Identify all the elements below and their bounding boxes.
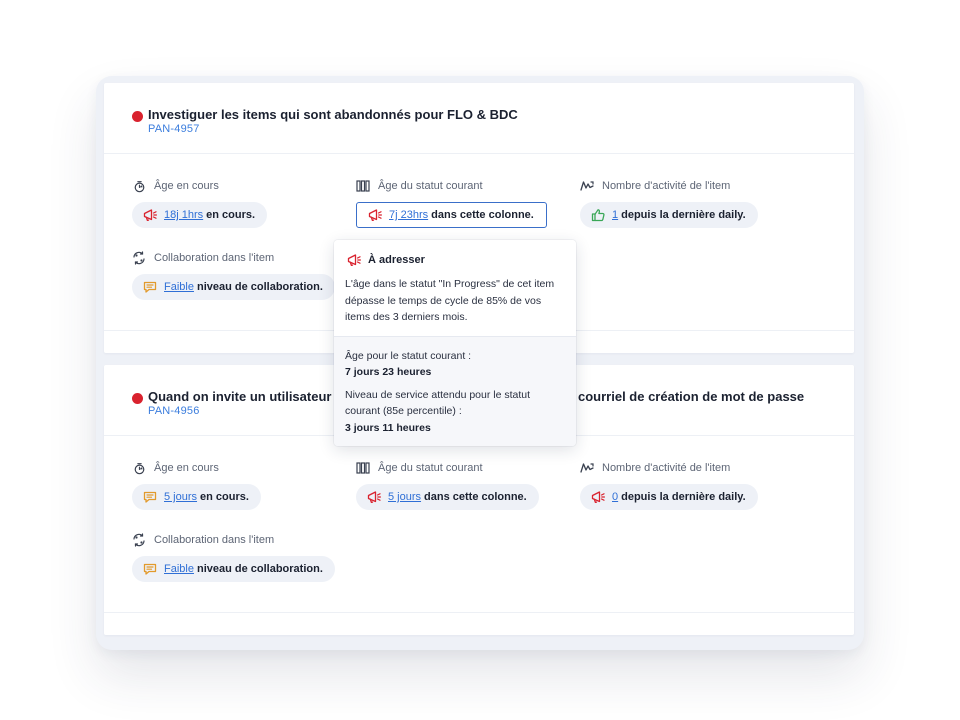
collab-value-link[interactable]: Faible	[164, 563, 194, 575]
tooltip-heading: À adresser	[368, 254, 425, 266]
status-age-value-link[interactable]: 5 jours	[388, 491, 421, 503]
status-dot	[132, 111, 143, 122]
item-key[interactable]: PAN-4956	[148, 405, 200, 417]
activity-pill[interactable]: 1 depuis la dernière daily.	[580, 202, 758, 228]
chat-icon	[142, 489, 158, 505]
collab-value-link[interactable]: Faible	[164, 281, 194, 293]
activity-pill[interactable]: 0 depuis la dernière daily.	[580, 484, 758, 510]
activity-value-link[interactable]: 1	[612, 209, 618, 221]
thumbs-up-icon	[590, 207, 606, 223]
age-value-link[interactable]: 18j 1hrs	[164, 209, 203, 221]
age-pill[interactable]: 18j 1hrs en cours.	[132, 202, 268, 228]
status-dot	[132, 393, 143, 404]
activity-suffix: depuis la dernière daily.	[621, 491, 746, 503]
status-age-value-link[interactable]: 7j 23hrs	[389, 209, 428, 221]
card-divider	[104, 612, 854, 613]
metric-label: Âge du statut courant	[378, 180, 483, 192]
metric-label: Âge en cours	[154, 180, 219, 192]
age-value-link[interactable]: 5 jours	[164, 491, 197, 503]
megaphone-icon	[590, 489, 606, 505]
status-age-pill[interactable]: 7j 23hrs dans cette colonne.	[356, 202, 547, 228]
columns-icon	[356, 461, 370, 475]
status-age-tooltip: À adresser L'âge dans le statut "In Prog…	[334, 240, 576, 446]
tooltip-description: L'âge dans le statut "In Progress" de ce…	[345, 278, 555, 323]
item-key[interactable]: PAN-4957	[148, 123, 200, 135]
item-title-end[interactable]: courriel de création de mot de passe	[578, 389, 804, 404]
collab-pill[interactable]: Faible niveau de collaboration.	[132, 274, 335, 300]
status-age-suffix: dans cette colonne.	[424, 491, 527, 503]
metric-label: Âge du statut courant	[378, 462, 483, 474]
collab-pill[interactable]: Faible niveau de collaboration.	[132, 556, 335, 582]
current-age-value: 7 jours 23 heures	[345, 366, 432, 378]
metric-label: Collaboration dans l'item	[154, 534, 275, 546]
activity-icon	[580, 461, 594, 475]
status-age-pill[interactable]: 5 jours dans cette colonne.	[356, 484, 539, 510]
age-pill[interactable]: 5 jours en cours.	[132, 484, 261, 510]
age-suffix: en cours.	[206, 209, 256, 221]
item-title[interactable]: Investiguer les items qui sont abandonné…	[148, 107, 518, 122]
expected-service-label: Niveau de service attendu pour le statut…	[345, 389, 531, 417]
chat-icon	[142, 279, 158, 295]
collab-suffix: niveau de collaboration.	[196, 281, 323, 293]
activity-suffix: depuis la dernière daily.	[621, 209, 746, 221]
item-title-start[interactable]: Quand on invite un utilisateur e	[148, 389, 342, 404]
columns-icon	[356, 179, 370, 193]
stopwatch-icon	[132, 179, 146, 193]
metric-label: Âge en cours	[154, 462, 219, 474]
metric-label: Nombre d'activité de l'item	[602, 462, 731, 474]
megaphone-icon	[346, 252, 362, 268]
stopwatch-icon	[132, 461, 146, 475]
chat-icon	[142, 561, 158, 577]
megaphone-icon	[142, 207, 158, 223]
metric-label: Collaboration dans l'item	[154, 252, 275, 264]
age-suffix: en cours.	[200, 491, 249, 503]
collaboration-icon	[132, 251, 146, 265]
current-age-label: Âge pour le statut courant :	[345, 350, 472, 362]
collaboration-icon	[132, 533, 146, 547]
status-age-suffix: dans cette colonne.	[431, 209, 534, 221]
metric-label: Nombre d'activité de l'item	[602, 180, 731, 192]
activity-value-link[interactable]: 0	[612, 491, 618, 503]
card-header: Investiguer les items qui sont abandonné…	[104, 83, 854, 154]
megaphone-icon	[367, 207, 383, 223]
expected-service-value: 3 jours 11 heures	[345, 422, 431, 434]
activity-icon	[580, 179, 594, 193]
megaphone-icon	[366, 489, 382, 505]
collab-suffix: niveau de collaboration.	[196, 563, 323, 575]
